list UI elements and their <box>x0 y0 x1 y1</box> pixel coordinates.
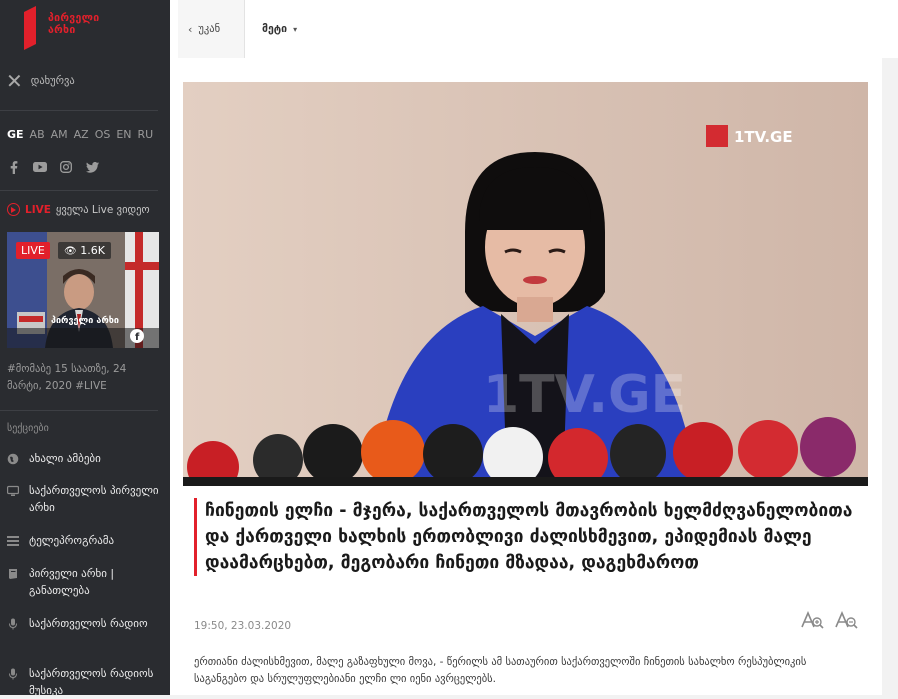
social-links <box>7 160 99 174</box>
lang-az[interactable]: AZ <box>74 128 89 141</box>
lang-ab[interactable]: AB <box>30 128 45 141</box>
top-bar: ‹ უკან მეტი ▾ <box>170 0 898 58</box>
article-image: 1TV.GE 1TV.GE <box>183 82 868 486</box>
back-label: უკან <box>198 23 221 35</box>
sidebar-item-label: საქართველოს პირველი არხი <box>29 484 159 514</box>
divider <box>0 110 158 111</box>
sidebar-item-first-channel[interactable]: საქართველოს პირველი არხი <box>7 482 162 516</box>
globe-icon <box>7 453 19 465</box>
live-all-label: ყველა Live ვიდეო <box>55 203 150 216</box>
sidebar-item-news[interactable]: ახალი ამბები <box>7 450 162 467</box>
sidebar-item-label: ახალი ამბები <box>29 452 101 465</box>
live-video-caption[interactable]: #მომაბე 15 საათზე, 24 მარტი, 2020 #LIVE <box>7 361 157 395</box>
sections-title: სექციები <box>7 423 49 434</box>
article-headline: ჩინეთის ელჩი - მჯერა, საქართველოს მთავრო… <box>194 498 854 576</box>
eye-icon: 👁 <box>64 246 77 257</box>
twitter-icon[interactable] <box>85 160 99 174</box>
lang-am[interactable]: AM <box>51 128 68 141</box>
font-increase-icon[interactable] <box>800 611 824 629</box>
sidebar-item-label: პირველი არხი | განათლება <box>29 567 115 597</box>
sidebar-item-radio-music[interactable]: საქართველოს რადიოს მუსიკა <box>7 665 162 699</box>
sidebar-item-education[interactable]: პირველი არხი | განათლება <box>7 565 162 599</box>
close-menu-button[interactable]: ✕ დახურვა <box>6 69 75 93</box>
sidebar-item-radio[interactable]: საქართველოს რადიო <box>7 615 162 632</box>
close-label: დახურვა <box>30 75 75 87</box>
live-videos-link[interactable]: LIVE ყველა Live ვიდეო <box>7 203 150 216</box>
microphone-icon <box>9 668 17 680</box>
lang-ge[interactable]: GE <box>7 128 24 141</box>
sidebar-item-tv-program[interactable]: ტელეპროგრამა <box>7 532 162 549</box>
article-lead: ერთიანი ძალისხმევით, მალე გაზაფხული მოვა… <box>194 656 807 685</box>
logo-line1: პირველი <box>48 12 100 24</box>
microphone-icon <box>9 618 17 630</box>
lang-ru[interactable]: RU <box>138 128 154 141</box>
font-size-tools <box>800 611 858 629</box>
book-icon <box>9 569 17 579</box>
language-switcher: GE AB AM AZ OS EN RU <box>7 128 153 141</box>
divider <box>0 190 158 191</box>
logo-line2: არხი <box>48 24 76 36</box>
sidebar-item-label: საქართველოს რადიოს მუსიკა <box>29 667 154 697</box>
image-watermark: 1TV.GE <box>734 128 793 146</box>
svg-text:f: f <box>135 332 140 343</box>
lang-en[interactable]: EN <box>116 128 131 141</box>
chevron-down-icon: ▾ <box>293 24 298 34</box>
live-badge: LIVE <box>16 242 50 259</box>
divider <box>0 410 158 411</box>
sidebar-item-label: საქართველოს რადიო <box>29 617 148 630</box>
views-count: 1.6K <box>80 244 105 257</box>
youtube-icon[interactable] <box>33 160 47 174</box>
sidebar-item-label: ტელეპროგრამა <box>29 534 115 547</box>
more-dropdown[interactable]: მეტი ▾ <box>262 0 297 58</box>
back-button[interactable]: ‹ უკან <box>178 0 245 58</box>
chevron-left-icon: ‹ <box>188 22 193 36</box>
live-word: LIVE <box>25 203 51 216</box>
divider <box>244 0 245 58</box>
more-label: მეტი <box>262 23 288 35</box>
press-conference-photo: 1TV.GE 1TV.GE <box>183 82 868 486</box>
logo[interactable]: პირველი არხი <box>18 6 118 50</box>
tv-icon <box>7 485 19 496</box>
instagram-icon[interactable] <box>59 160 73 174</box>
svg-text:1TV.GE: 1TV.GE <box>483 365 686 425</box>
sidebar: პირველი არხი ✕ დახურვა GE AB AM AZ OS EN… <box>0 0 170 697</box>
list-icon <box>7 536 19 546</box>
thumb-channel-name: პირველი არხი <box>51 316 119 326</box>
article-date: 19:50, 23.03.2020 <box>194 620 292 632</box>
facebook-icon[interactable] <box>7 160 21 174</box>
logo-mark-icon <box>24 6 36 50</box>
views-badge: 👁 1.6K <box>58 242 111 259</box>
play-circle-icon <box>7 203 20 216</box>
live-video-thumbnail[interactable]: f LIVE 👁 1.6K პირველი არხი <box>7 232 159 348</box>
article: 1TV.GE 1TV.GE ჩინეთის ელჩი - მჯერა, საქა… <box>170 58 882 695</box>
close-icon: ✕ <box>6 69 23 93</box>
lang-os[interactable]: OS <box>95 128 111 141</box>
font-decrease-icon[interactable] <box>834 611 858 629</box>
